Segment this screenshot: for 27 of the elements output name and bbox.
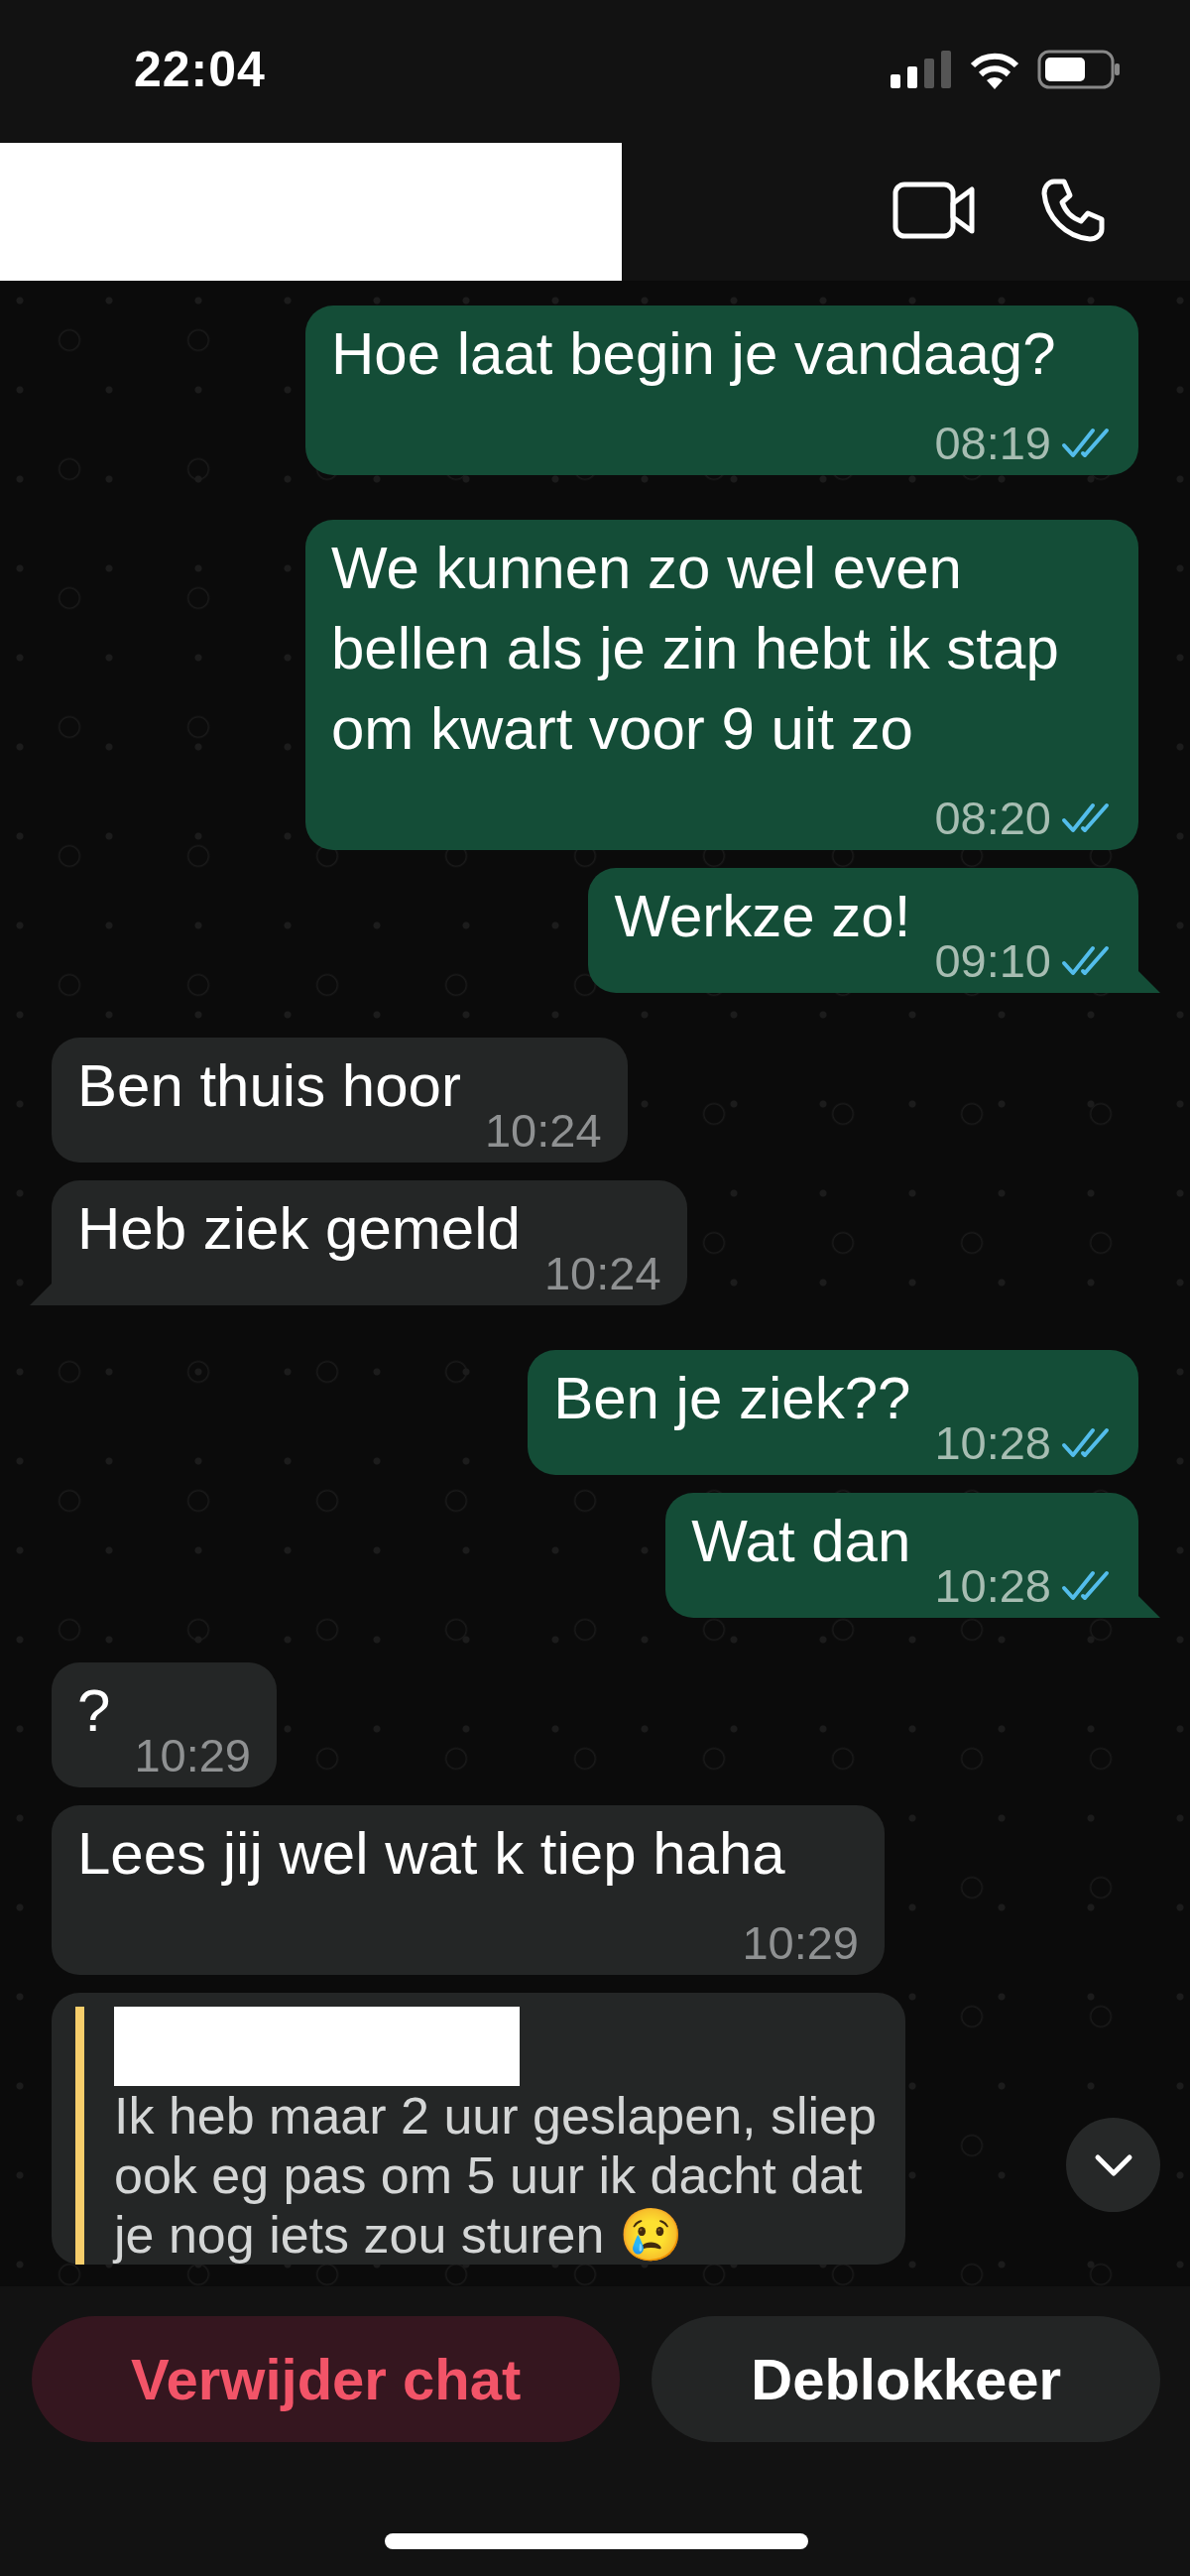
message-text: Lees jij wel wat k tiep haha [77, 1819, 785, 1889]
message-text: Hoe laat begin je vandaag? [331, 319, 1056, 389]
message-time: 10:29 [134, 1733, 251, 1778]
status-time: 22:04 [134, 40, 266, 99]
message-text: Heb ziek gemeld [77, 1194, 521, 1264]
message-time: 08:19 [934, 421, 1051, 465]
delete-chat-button[interactable]: Verwijder chat [32, 2316, 621, 2442]
message-text: Ben thuis hoor [77, 1051, 461, 1121]
video-call-icon[interactable] [892, 181, 976, 239]
signal-icon [891, 51, 952, 88]
phone-call-icon[interactable] [1040, 177, 1106, 243]
unblock-button[interactable]: Deblokkeer [652, 2316, 1160, 2442]
message-time: 10:28 [934, 1563, 1051, 1608]
message-time: 08:20 [934, 796, 1051, 840]
message-text: Werkze zo! [614, 882, 911, 951]
message-time: 10:28 [934, 1420, 1051, 1465]
message-time: 10:24 [543, 1251, 661, 1295]
message-text: We kunnen zo wel even bellen als je zin hebt ik stap om kwart voor 9 uit zo [331, 534, 1060, 764]
message-text: Wat dan [691, 1507, 911, 1576]
battery-icon [1037, 50, 1121, 89]
message-time: 10:24 [484, 1108, 602, 1153]
quoted-message: Ik heb maar 2 uur geslapen, sliep ook eg pas om 5 uur ik dacht dat je nog iets zou sturen 😢 [114, 2086, 878, 2265]
message-text: Ben je ziek?? [553, 1364, 911, 1433]
chevron-down-icon [1093, 2152, 1133, 2177]
message-text: ? [77, 1676, 111, 1746]
message-time: 09:10 [934, 938, 1051, 983]
message-time: 10:29 [742, 1920, 859, 1965]
